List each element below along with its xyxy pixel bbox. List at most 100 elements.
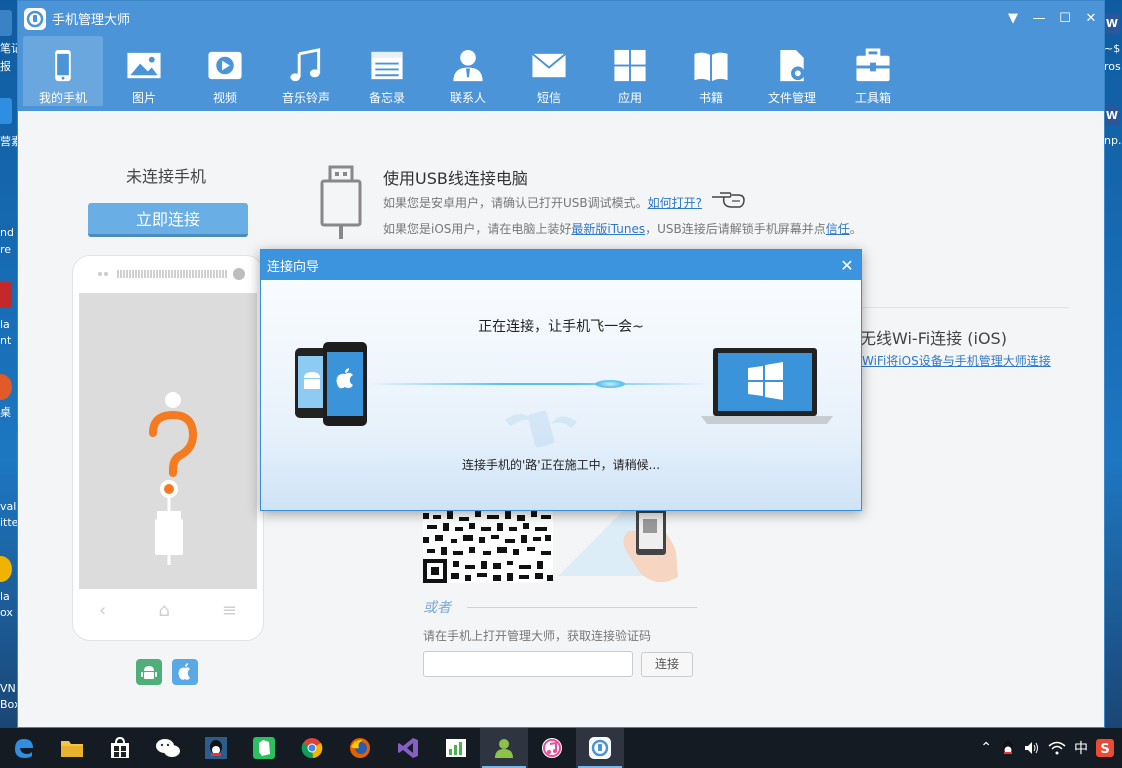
tab-label: 视频 (212, 91, 237, 105)
title-bar[interactable]: 手机管理大师 ▼ — ☐ ✕ (18, 1, 1104, 36)
connection-status: 未连接手机 (126, 167, 207, 186)
minimize-button[interactable]: — (1026, 4, 1052, 34)
tab-label: 工具箱 (854, 91, 891, 105)
chrome-icon[interactable] (288, 728, 336, 768)
sms-icon (531, 53, 567, 78)
desktop-label: 笔记 (0, 42, 18, 55)
person-app-icon[interactable] (480, 728, 528, 768)
tab-toolbox[interactable]: 工具箱 (833, 36, 913, 106)
tab-file-manager[interactable]: 文件管理 (752, 36, 832, 106)
apps-icon (614, 49, 646, 82)
winged-phone-watermark-icon (505, 410, 577, 448)
qq-tray-icon[interactable] (1000, 740, 1016, 756)
tab-notes[interactable]: 备忘录 (347, 36, 427, 106)
tray-expand-icon[interactable]: ⌃ (980, 740, 992, 756)
contacts-icon (453, 49, 483, 82)
desktop-label: 桌 (0, 406, 11, 419)
desktop-app-icon[interactable] (0, 374, 12, 400)
connection-wizard-dialog: 连接向导 ✕ 正在连接，让手机飞一会~ 连接手机的'路'正在施工中，请稍候... (260, 249, 862, 511)
dialog-title: 连接向导 (267, 259, 320, 275)
android-icon[interactable] (136, 659, 162, 685)
trust-link[interactable]: 信任 (826, 222, 850, 236)
desktop-right-icons: W ~$ ros W np. (1104, 0, 1122, 728)
tab-music[interactable]: 音乐铃声 (266, 36, 346, 106)
word-file-icon[interactable]: W (1104, 106, 1120, 126)
speaker-grille (117, 270, 227, 278)
desktop-label: np. (1104, 134, 1122, 147)
apple-icon[interactable] (172, 659, 198, 685)
dialog-title-bar[interactable]: 连接向导 ✕ (261, 250, 861, 280)
phone-icon (55, 49, 71, 82)
how-to-enable-link[interactable]: 如何打开? (648, 196, 702, 210)
desktop-app-icon[interactable] (0, 556, 12, 582)
desktop-label: ros (1104, 60, 1121, 73)
usb-ios-hint: 如果您是iOS用户，请在电脑上装好最新版iTunes，USB连接后请解锁手机屏幕… (383, 222, 862, 236)
tab-video[interactable]: 视频 (185, 36, 265, 106)
wechat-icon[interactable] (144, 728, 192, 768)
tab-sms[interactable]: 短信 (509, 36, 589, 106)
start-edge-icon[interactable] (0, 728, 48, 768)
file-explorer-icon[interactable] (48, 728, 96, 768)
phone-navbar: ‹ ⌂ ≡ (73, 600, 263, 621)
firefox-icon[interactable] (336, 728, 384, 768)
itunes-icon[interactable] (528, 728, 576, 768)
dialog-message: 正在连接，让手机飞一会~ (478, 319, 644, 335)
word-file-icon[interactable]: W (1104, 14, 1120, 34)
desktop-app-icon[interactable] (0, 98, 12, 124)
desktop-label: itte (0, 516, 18, 529)
tab-my-phone[interactable]: 我的手机 (23, 36, 103, 106)
sogou-ime-icon[interactable]: S (1096, 739, 1114, 757)
store-icon[interactable] (96, 728, 144, 768)
tab-label: 联系人 (449, 91, 486, 105)
maximize-button[interactable]: ☐ (1052, 4, 1078, 34)
chart-tool-icon[interactable] (432, 728, 480, 768)
menu-dropdown-button[interactable]: ▼ (1000, 4, 1026, 34)
notes-icon (371, 51, 403, 80)
verification-code-input[interactable] (423, 651, 633, 677)
desktop-label: re (0, 243, 12, 256)
desktop-app-icon[interactable] (0, 282, 12, 308)
tab-label: 短信 (536, 91, 561, 105)
tab-label: 应用 (617, 91, 642, 105)
visual-studio-icon[interactable] (384, 728, 432, 768)
wifi-icon[interactable] (1048, 741, 1066, 755)
desktop-label: nd (0, 226, 14, 239)
desktop-label: VN (0, 682, 16, 695)
phone-manager-taskbar-icon[interactable] (576, 728, 624, 768)
or-label: 或者 (423, 600, 451, 616)
app-logo-icon (24, 7, 46, 30)
question-usb-icon (149, 392, 198, 565)
or-divider: 或者 (423, 597, 697, 617)
windows-laptop-icon (701, 348, 833, 424)
system-tray: ⌃ 中 S (980, 728, 1122, 768)
qr-code-icon[interactable] (423, 511, 553, 583)
dialog-close-button[interactable]: ✕ (833, 256, 861, 275)
desktop-label: ox (0, 606, 13, 619)
qq-icon[interactable] (192, 728, 240, 768)
app-title: 手机管理大师 (52, 13, 131, 28)
camera-icon (233, 268, 245, 280)
wifi-connect-link[interactable]: WiFi将iOS设备与手机管理大师连接 (862, 352, 1051, 369)
code-connect-button[interactable]: 连接 (641, 652, 693, 677)
desktop-app-icon[interactable] (0, 10, 12, 36)
books-icon (694, 52, 728, 82)
desktop-label: 报 (0, 60, 11, 73)
close-button[interactable]: ✕ (1078, 4, 1104, 34)
tab-label: 我的手机 (38, 91, 87, 105)
desktop-label: la (0, 318, 10, 331)
desktop-label: la (0, 590, 10, 603)
tab-apps[interactable]: 应用 (590, 36, 670, 106)
svg-text:S: S (1100, 742, 1109, 757)
tab-books[interactable]: 书籍 (671, 36, 751, 106)
tab-contacts[interactable]: 联系人 (428, 36, 508, 106)
tab-label: 备忘录 (368, 91, 405, 105)
volume-icon[interactable] (1024, 740, 1040, 756)
tab-images[interactable]: 图片 (104, 36, 184, 106)
input-method-indicator[interactable]: 中 (1074, 738, 1088, 758)
connect-now-button[interactable]: 立即连接 (88, 203, 248, 237)
evernote-icon[interactable] (240, 728, 288, 768)
phone-scan-hand-icon (558, 506, 678, 583)
phone-screen (79, 293, 257, 589)
latest-itunes-link[interactable]: 最新版iTunes (571, 222, 645, 236)
phones-illustration-icon (295, 342, 367, 426)
